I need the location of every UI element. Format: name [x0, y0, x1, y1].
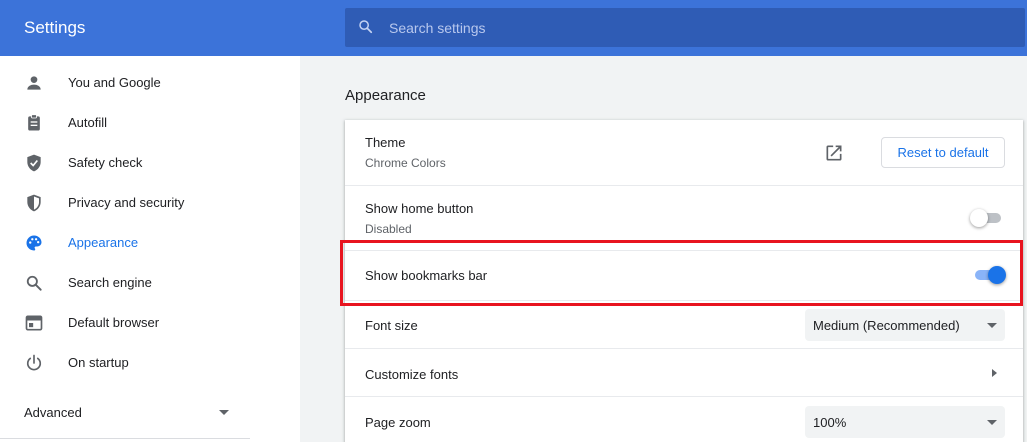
search-box[interactable] — [345, 8, 1025, 47]
customize-fonts-row[interactable]: Customize fonts — [345, 348, 1023, 396]
appearance-card: Theme Chrome Colors Reset to default Sho… — [345, 120, 1023, 442]
dropdown-arrow-icon — [987, 420, 997, 425]
sidebar-item-label: You and Google — [68, 75, 161, 90]
sidebar-item-search-engine[interactable]: Search engine — [0, 263, 300, 303]
open-in-new-icon[interactable] — [824, 143, 844, 163]
customize-fonts-label: Customize fonts — [365, 367, 459, 382]
bookmarks-bar-toggle[interactable] — [972, 265, 1006, 285]
home-button-toggle[interactable] — [970, 208, 1004, 228]
sidebar-item-label: Search engine — [68, 275, 152, 290]
sidebar-divider — [0, 438, 250, 439]
palette-icon — [26, 235, 42, 251]
sidebar-item-label: Appearance — [68, 235, 139, 250]
toggle-knob — [988, 266, 1006, 284]
theme-label: Theme — [365, 135, 406, 150]
chevron-down-icon — [219, 410, 229, 415]
sidebar-item-appearance[interactable]: Appearance — [0, 223, 300, 263]
sidebar-item-label: Privacy and security — [68, 195, 185, 210]
bookmarks-bar-row: Show bookmarks bar — [345, 250, 1023, 300]
toggle-knob — [970, 209, 988, 227]
theme-row: Theme Chrome Colors Reset to default — [345, 120, 1023, 185]
shield-half-icon — [27, 194, 41, 212]
app-title: Settings — [24, 18, 86, 37]
browser-icon — [25, 315, 43, 331]
theme-value: Chrome Colors — [365, 156, 446, 170]
sidebar-item-label: Autofill — [68, 115, 108, 130]
sidebar-item-label: On startup — [68, 355, 129, 370]
advanced-toggle[interactable]: Advanced — [0, 396, 250, 426]
sidebar-item-label: Default browser — [68, 315, 160, 330]
section-title: Appearance — [345, 87, 426, 104]
person-icon — [27, 76, 41, 90]
power-icon — [26, 354, 42, 371]
sidebar-item-autofill[interactable]: Autofill — [0, 103, 300, 143]
chevron-right-icon — [992, 369, 997, 377]
dropdown-arrow-icon — [987, 323, 997, 328]
advanced-label: Advanced — [24, 405, 82, 420]
page-zoom-row: Page zoom 100% — [345, 396, 1023, 442]
font-size-label: Font size — [365, 318, 418, 333]
search-icon — [359, 20, 373, 34]
sidebar-item-label: Safety check — [68, 155, 143, 170]
sidebar-item-privacy-and-security[interactable]: Privacy and security — [0, 183, 300, 223]
font-size-select[interactable]: Medium (Recommended) — [805, 309, 1005, 341]
sidebar: You and Google Autofill Safety check Pri… — [0, 56, 300, 442]
shield-check-icon — [27, 154, 41, 172]
sidebar-item-default-browser[interactable]: Default browser — [0, 303, 300, 343]
search-input[interactable] — [389, 8, 1009, 47]
page-zoom-label: Page zoom — [365, 415, 431, 430]
page-zoom-value: 100% — [813, 415, 847, 430]
page-zoom-select[interactable]: 100% — [805, 406, 1005, 438]
sidebar-item-on-startup[interactable]: On startup — [0, 343, 300, 383]
font-size-value: Medium (Recommended) — [813, 318, 960, 333]
sidebar-item-you-and-google[interactable]: You and Google — [0, 63, 300, 103]
reset-to-default-button[interactable]: Reset to default — [881, 137, 1005, 168]
clipboard-icon — [28, 114, 40, 131]
home-button-status: Disabled — [365, 222, 412, 236]
home-button-label: Show home button — [365, 201, 474, 216]
search-icon — [26, 275, 42, 291]
sidebar-item-safety-check[interactable]: Safety check — [0, 143, 300, 183]
header-bar: Settings — [0, 0, 1027, 56]
font-size-row: Font size Medium (Recommended) — [345, 300, 1023, 348]
home-button-row: Show home button Disabled — [345, 185, 1023, 250]
bookmarks-bar-label: Show bookmarks bar — [365, 268, 488, 283]
